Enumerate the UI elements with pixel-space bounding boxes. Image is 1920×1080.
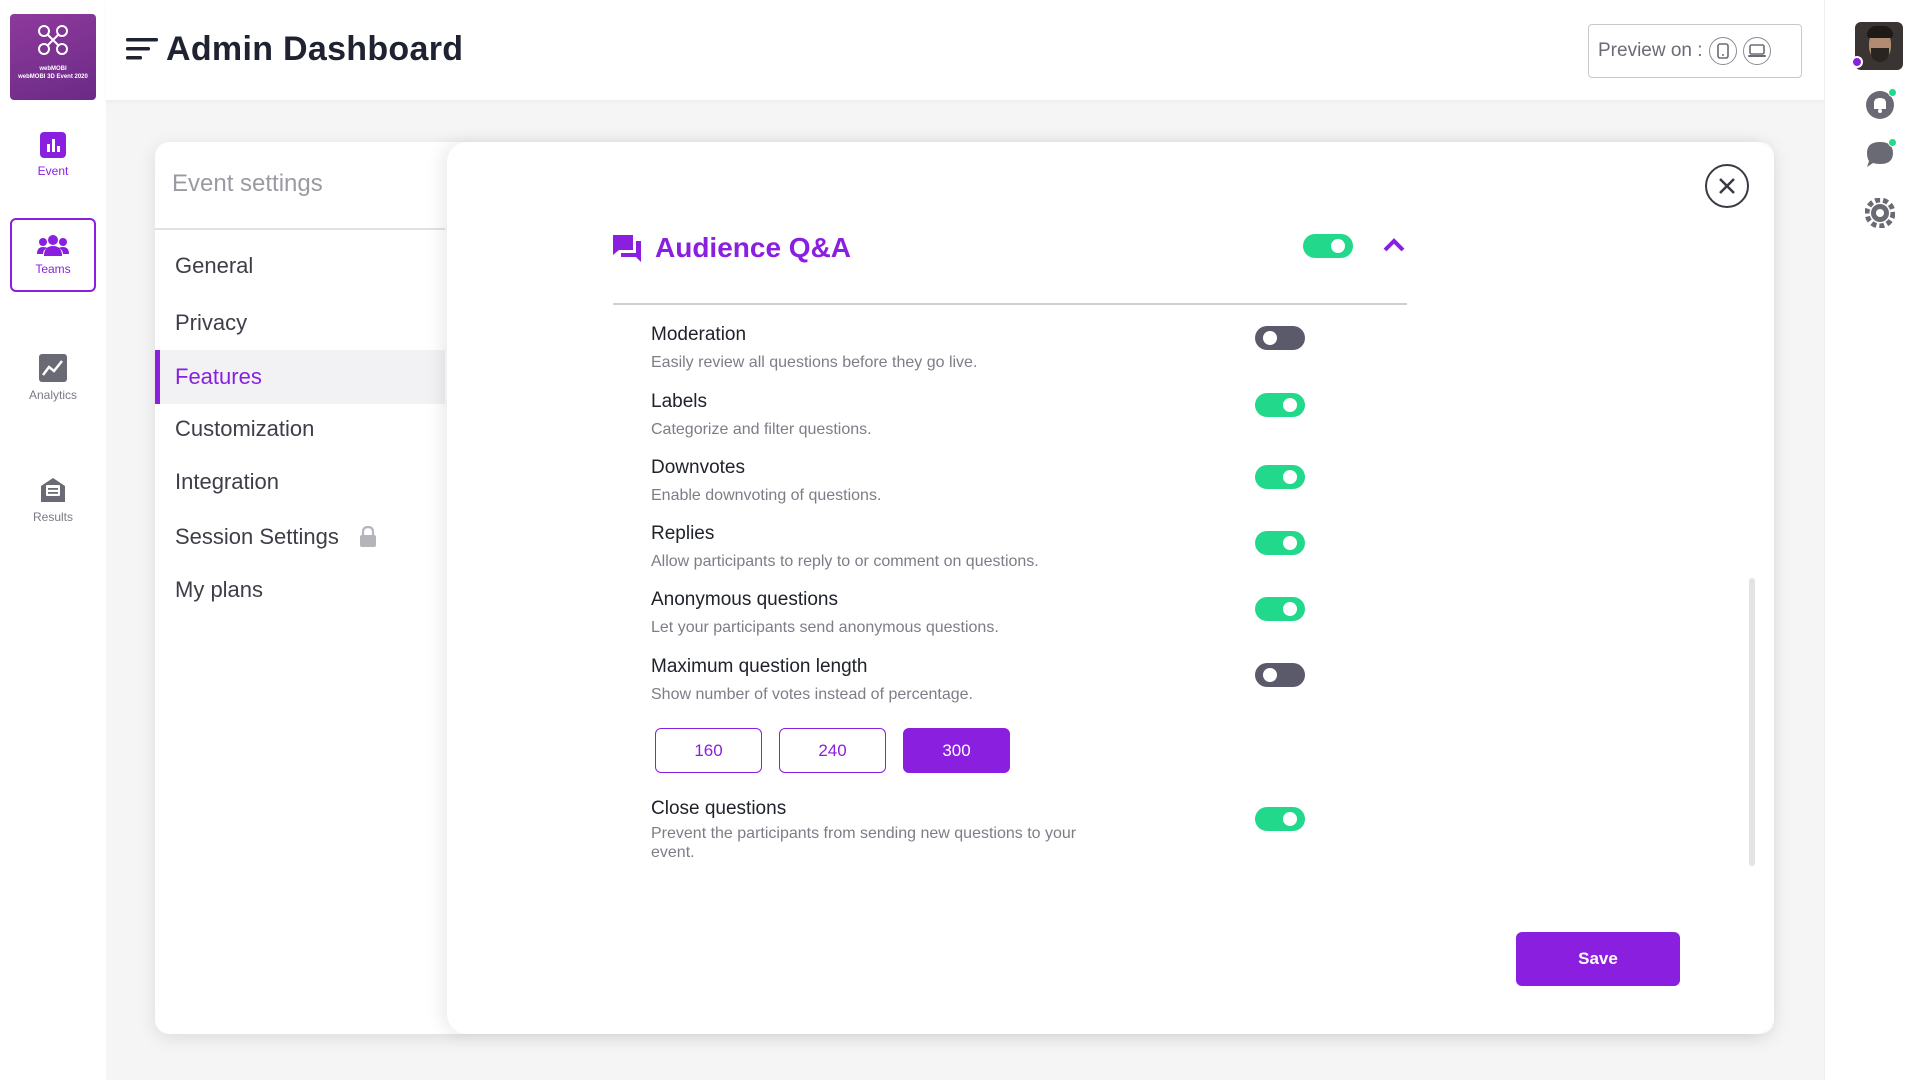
menu-item-label: Session Settings	[175, 524, 339, 549]
top-header: Admin Dashboard Preview on :	[106, 0, 1824, 100]
feature-desc: Enable downvoting of questions.	[651, 487, 882, 504]
menu-item-customization[interactable]: Customization	[155, 402, 445, 456]
feature-close-questions: Close questions Prevent the participants…	[651, 798, 1411, 862]
preview-control: Preview on :	[1588, 24, 1802, 78]
feature-desc: Show number of votes instead of percenta…	[651, 686, 973, 703]
menu-icon[interactable]	[126, 38, 158, 60]
event-logo[interactable]: webMOBI webMOBI 3D Event 2020	[10, 14, 96, 100]
menu-item-label: Integration	[175, 469, 279, 494]
right-sidebar	[1824, 0, 1920, 1080]
feature-replies: Replies Allow participants to reply to o…	[651, 523, 1411, 571]
labels-toggle[interactable]	[1255, 393, 1305, 417]
menu-item-integration[interactable]: Integration	[155, 455, 445, 509]
forum-icon	[613, 235, 641, 262]
settings-menu-title: Event settings	[172, 170, 323, 197]
team-icon	[37, 235, 69, 256]
nav-event[interactable]: Event	[10, 120, 96, 194]
results-icon	[41, 478, 65, 502]
nav-results[interactable]: Results	[10, 464, 96, 538]
scrollbar[interactable]	[1749, 578, 1755, 866]
analytics-icon	[39, 354, 67, 382]
section-divider	[613, 303, 1407, 305]
desktop-preview-button[interactable]	[1742, 37, 1771, 65]
mobile-icon	[1716, 43, 1729, 59]
section-title: Audience Q&A	[655, 232, 852, 263]
features-panel: Audience Q&A Moderation Easily review al…	[447, 142, 1774, 1034]
feature-max-question-length: Maximum question length Show number of v…	[651, 656, 1411, 704]
mobile-preview-button[interactable]	[1708, 37, 1737, 65]
feature-moderation: Moderation Easily review all questions b…	[651, 324, 1411, 372]
menu-item-general[interactable]: General	[155, 239, 445, 293]
section-header: Audience Q&A	[611, 232, 851, 264]
settings-menu: Event settings General Privacy Features …	[155, 142, 445, 1034]
logo-icon	[38, 25, 68, 55]
menu-item-my-plans[interactable]: My plans	[155, 563, 445, 617]
nav-analytics-label: Analytics	[28, 388, 78, 402]
close-button[interactable]	[1705, 164, 1749, 208]
menu-item-label: Features	[175, 364, 262, 389]
logo-text-brand: webMOBI	[39, 66, 67, 72]
feature-anonymous-questions: Anonymous questions Let your participant…	[651, 589, 1411, 637]
laptop-icon	[1747, 44, 1766, 57]
feature-labels: Labels Categorize and filter questions.	[651, 391, 1411, 439]
menu-divider	[155, 228, 445, 230]
bar-chart-icon	[40, 132, 66, 158]
menu-item-features[interactable]: Features	[155, 350, 445, 404]
logo-text-event: webMOBI 3D Event 2020	[18, 74, 88, 80]
feature-downvotes: Downvotes Enable downvoting of questions…	[651, 457, 1411, 505]
lock-icon	[359, 526, 376, 547]
length-option-160[interactable]: 160	[655, 728, 762, 773]
chat-button[interactable]	[1865, 138, 1897, 175]
feature-desc: Easily review all questions before they …	[651, 354, 978, 371]
notifications-button[interactable]	[1865, 88, 1897, 125]
length-options: 160 240 300	[655, 728, 1010, 773]
menu-item-label: General	[175, 253, 254, 278]
anonymous-questions-toggle[interactable]	[1255, 597, 1305, 621]
section-toggle[interactable]	[1303, 234, 1353, 258]
gear-icon	[1864, 197, 1896, 229]
page-title: Admin Dashboard	[166, 30, 464, 68]
replies-toggle[interactable]	[1255, 531, 1305, 555]
nav-teams-label: Teams	[35, 262, 71, 276]
downvotes-toggle[interactable]	[1255, 465, 1305, 489]
settings-button[interactable]	[1864, 197, 1896, 233]
menu-item-label: My plans	[175, 577, 264, 602]
menu-item-privacy[interactable]: Privacy	[155, 296, 445, 350]
moderation-toggle[interactable]	[1255, 326, 1305, 350]
nav-teams[interactable]: Teams	[10, 218, 96, 292]
left-sidebar: webMOBI webMOBI 3D Event 2020 Event Team…	[0, 0, 106, 1080]
menu-item-label: Privacy	[175, 310, 248, 335]
save-button[interactable]: Save	[1516, 932, 1680, 986]
preview-label: Preview on :	[1598, 40, 1703, 61]
close-icon	[1719, 178, 1735, 194]
menu-item-label: Customization	[175, 416, 315, 441]
max-question-length-toggle[interactable]	[1255, 663, 1305, 687]
nav-event-label: Event	[37, 164, 69, 178]
status-dot	[1851, 56, 1863, 68]
length-option-300[interactable]: 300	[903, 728, 1010, 773]
menu-item-session-settings[interactable]: Session Settings	[155, 510, 445, 564]
chevron-up-icon[interactable]	[1383, 238, 1405, 252]
close-questions-toggle[interactable]	[1255, 807, 1305, 831]
nav-analytics[interactable]: Analytics	[10, 342, 96, 416]
feature-desc: Allow participants to reply to or commen…	[651, 553, 1039, 570]
nav-results-label: Results	[32, 510, 73, 524]
feature-desc: Prevent the participants from sending ne…	[651, 825, 1077, 861]
feature-desc: Categorize and filter questions.	[651, 421, 872, 438]
feature-desc: Let your participants send anonymous que…	[651, 619, 999, 636]
length-option-240[interactable]: 240	[779, 728, 886, 773]
